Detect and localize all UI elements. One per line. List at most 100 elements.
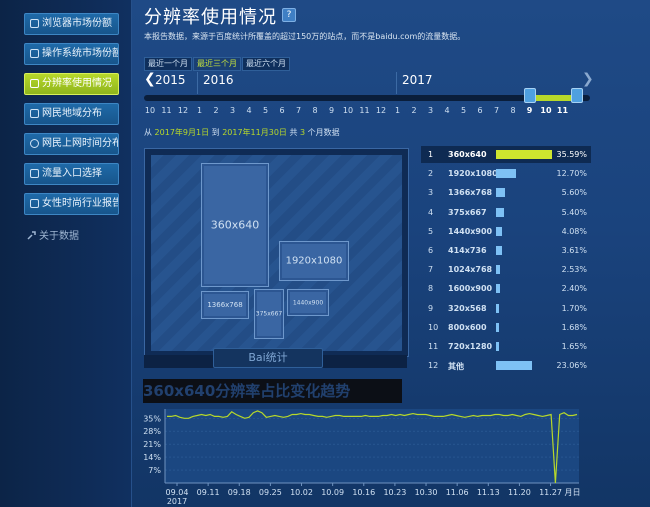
timeline-prev-year[interactable]: 2015 — [155, 73, 186, 87]
ranking-rank: 11 — [428, 342, 439, 351]
timeline-month[interactable]: 8 — [308, 106, 322, 115]
timeline-month[interactable]: 9 — [325, 106, 339, 115]
about-data-link[interactable]: 关于数据 — [27, 227, 79, 242]
timeline-year-2017: 2017 — [402, 73, 433, 87]
timeline-divider — [197, 72, 198, 94]
timeline-month[interactable]: 2 — [407, 106, 421, 115]
timeline-month[interactable]: 8 — [506, 106, 520, 115]
y-tick-label: 28% — [143, 427, 161, 436]
timeline-month[interactable]: 4 — [242, 106, 256, 115]
tab-last-month[interactable]: 最近一个月 — [144, 57, 192, 71]
timeline-month[interactable]: 6 — [473, 106, 487, 115]
timeline-month[interactable]: 11 — [160, 106, 174, 115]
timeline-month[interactable]: 6 — [275, 106, 289, 115]
ranking-row[interactable]: 8 1600x900 2.40% — [421, 280, 591, 297]
ranking-percent: 12.70% — [556, 169, 587, 179]
sidebar-item-label: 分辨率使用情况 — [42, 78, 112, 89]
ranking-row[interactable]: 12 其他 23.06% — [421, 357, 591, 374]
timeline-month[interactable]: 10 — [341, 106, 355, 115]
timeline-month[interactable]: 11 — [358, 106, 372, 115]
ranking-resolution: 1024x768 — [448, 265, 493, 275]
ranking-row[interactable]: 9 320x568 1.70% — [421, 300, 591, 317]
timeline-handle-start[interactable] — [524, 88, 536, 103]
chevron-right-icon[interactable]: ❯ — [582, 71, 594, 87]
sidebar-item-browser-share[interactable]: 浏览器市场份额 — [24, 13, 119, 35]
tab-last-six-months[interactable]: 最近六个月 — [242, 57, 290, 71]
help-icon[interactable]: ? — [282, 8, 296, 22]
timeline-month[interactable]: 9 — [523, 106, 537, 115]
ranking-resolution: 1440x900 — [448, 226, 493, 236]
resolution-box-label: 360x640 — [210, 218, 260, 232]
resolution-box-360x640[interactable]: 360x640 — [201, 163, 269, 287]
ranking-row[interactable]: 11 720x1280 1.65% — [421, 338, 591, 355]
ranking-row[interactable]: 5 1440x900 4.08% — [421, 223, 591, 240]
chevron-left-icon[interactable]: ❮ — [144, 71, 156, 87]
monitor-bezel: 360x640 1920x1080 1366x768 375x667 1440x… — [144, 148, 409, 357]
timeline-month[interactable]: 5 — [259, 106, 273, 115]
ranking-bar — [496, 226, 503, 236]
ranking-bar — [496, 207, 505, 217]
sidebar-item-resolution[interactable]: 分辨率使用情况 — [24, 73, 119, 95]
sidebar-item-label: 女性时尚行业报告 — [42, 198, 119, 209]
timeline-month[interactable]: 3 — [226, 106, 240, 115]
x-tick-label: 11.13 — [477, 488, 500, 497]
resolution-box-1920x1080[interactable]: 1920x1080 — [279, 241, 349, 281]
ranking-row[interactable]: 10 800x600 1.68% — [421, 319, 591, 336]
x-tick-label: 09.18 — [228, 488, 251, 497]
ranking-row[interactable]: 3 1366x768 5.60% — [421, 184, 591, 201]
ranking-bar — [496, 150, 552, 159]
tab-last-three-months[interactable]: 最近三个月 — [193, 57, 241, 71]
timeline-month[interactable]: 2 — [209, 106, 223, 115]
x-tick-label: 10.09 — [321, 488, 344, 497]
resolution-screen-visual: 360x640 1920x1080 1366x768 375x667 1440x… — [144, 148, 409, 368]
ranking-bar — [496, 246, 502, 255]
trend-chart-svg: 35% 28% 21% 14% 7% 09.04 09.11 09.18 09.25 10.02 1… — [143, 409, 581, 506]
timeline-month[interactable]: 12 — [374, 106, 388, 115]
ranking-row[interactable]: 4 375x667 5.40% — [421, 204, 591, 221]
resolution-box-375x667[interactable]: 375x667 — [254, 289, 284, 339]
monitor-screen: 360x640 1920x1080 1366x768 375x667 1440x… — [151, 155, 402, 351]
timeline-month[interactable]: 1 — [391, 106, 405, 115]
ranking-resolution: 1920x1080 — [448, 169, 498, 179]
baidu-tongji-logo: Bai统计 — [213, 348, 323, 368]
ranking-resolution: 320x568 — [448, 303, 487, 313]
resolution-box-1366x768[interactable]: 1366x768 — [201, 291, 249, 319]
timeline-month[interactable]: 7 — [292, 106, 306, 115]
ranking-row[interactable]: 2 1920x1080 12.70% — [421, 165, 591, 182]
timeline-month[interactable]: 11 — [556, 106, 570, 115]
ranking-resolution: 720x1280 — [448, 342, 493, 351]
sidebar-item-traffic-entry[interactable]: 流量入口选择 — [24, 163, 119, 185]
x-tick-label: 09.25 — [259, 488, 282, 497]
timeline-month[interactable]: 1 — [193, 106, 207, 115]
ranking-rank: 7 — [428, 265, 434, 275]
resolution-box-1440x900[interactable]: 1440x900 — [287, 289, 329, 316]
ranking-rank: 4 — [428, 207, 434, 217]
timeline-month[interactable]: 10 — [539, 106, 553, 115]
ranking-percent: 2.53% — [561, 265, 587, 275]
ranking-row[interactable]: 1 360x640 35.59% — [421, 146, 591, 163]
entry-icon — [30, 169, 39, 178]
resolution-box-label: 1440x900 — [292, 299, 324, 306]
ranking-row[interactable]: 7 1024x768 2.53% — [421, 261, 591, 278]
ranking-bar — [496, 265, 500, 275]
sidebar-item-online-time[interactable]: 网民上网时间分布 — [24, 133, 119, 155]
timeline-month[interactable]: 3 — [424, 106, 438, 115]
ranking-row[interactable]: 6 414x736 3.61% — [421, 242, 591, 259]
sidebar-item-os-share[interactable]: 操作系统市场份额 — [24, 43, 119, 65]
timeline-handle-end[interactable] — [571, 88, 583, 103]
sidebar-item-fashion-report[interactable]: 女性时尚行业报告 — [24, 193, 119, 215]
ranking-bar — [496, 322, 499, 332]
ranking-resolution: 414x736 — [448, 246, 487, 255]
ranking-resolution: 360x640 — [448, 150, 487, 159]
timeline-month[interactable]: 12 — [176, 106, 190, 115]
about-data-label: 关于数据 — [39, 231, 79, 242]
timeline-month[interactable]: 5 — [457, 106, 471, 115]
x-tick-label: 11.27 — [539, 488, 562, 497]
timeline-month[interactable]: 7 — [490, 106, 504, 115]
ranking-rank: 5 — [428, 226, 434, 236]
ranking-bar — [496, 169, 516, 179]
ranking-rank: 3 — [428, 188, 434, 198]
timeline-month[interactable]: 10 — [143, 106, 157, 115]
timeline-month[interactable]: 4 — [440, 106, 454, 115]
sidebar-item-region[interactable]: 网民地域分布 — [24, 103, 119, 125]
